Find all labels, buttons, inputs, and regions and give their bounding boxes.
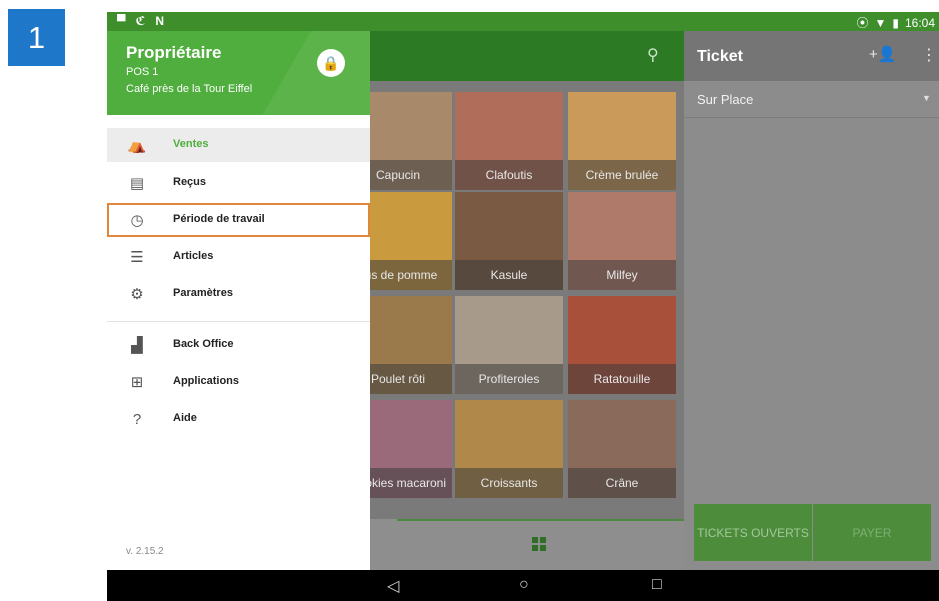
- dropdown-arrow-icon: ▼: [922, 93, 931, 103]
- product-tile[interactable]: Croissants: [455, 400, 563, 498]
- pager-indicator: [397, 519, 684, 521]
- menu-item-label: Reçus: [173, 176, 207, 188]
- product-tile[interactable]: Crâne: [568, 400, 676, 498]
- nfc-icon: N: [155, 14, 165, 28]
- clock-icon: ◷: [130, 212, 144, 229]
- lock-icon[interactable]: 🔒: [317, 49, 345, 77]
- product-tile[interactable]: Crème brulée: [568, 92, 676, 190]
- open-tickets-button[interactable]: TICKETS OUVERTS: [694, 504, 812, 561]
- gear-icon: ⚙: [130, 286, 144, 303]
- ticket-title: Ticket: [697, 48, 743, 65]
- menu-item-label: Aide: [173, 412, 197, 424]
- pay-button[interactable]: PAYER: [813, 504, 931, 561]
- product-label: Croissants: [455, 468, 563, 498]
- menu-item-ventes[interactable]: ⛺ Ventes: [107, 128, 370, 162]
- ticket-header: Ticket +👤 ⋮: [684, 31, 939, 81]
- apps-icon: ⊞: [130, 374, 144, 391]
- status-time: 16:04: [904, 15, 935, 30]
- product-tile[interactable]: Milfey: [568, 192, 676, 290]
- menu-item-periode-de-travail[interactable]: ◷ Période de travail: [107, 203, 370, 237]
- status-bar: ▀ ℭ N ⦿ ▼ ▮ 16:04: [107, 12, 939, 31]
- navigation-drawer: Propriétaire POS 1 Café près de la Tour …: [107, 31, 370, 570]
- product-label: Clafoutis: [455, 160, 563, 190]
- bar-chart-icon: ▟: [131, 337, 143, 354]
- menu-item-recus[interactable]: ▤ Reçus: [107, 166, 370, 200]
- back-icon[interactable]: ◁: [387, 576, 399, 596]
- add-customer-icon[interactable]: +👤: [869, 45, 896, 63]
- basket-icon: ⛺: [127, 137, 147, 154]
- app-version: v. 2.15.2: [126, 546, 164, 557]
- recents-icon[interactable]: □: [652, 576, 662, 594]
- menu-item-applications[interactable]: ⊞ Applications: [107, 365, 370, 399]
- product-tile[interactable]: Ratatouille: [568, 296, 676, 394]
- tablet-screen: ▀ ℭ N ⦿ ▼ ▮ 16:04 ⚲ Capucin Clafoutis Cr…: [107, 12, 939, 601]
- step-number-badge: 1: [8, 9, 65, 66]
- grid-view-icon[interactable]: [532, 537, 546, 551]
- product-label: Profiteroles: [455, 364, 563, 394]
- menu-item-label: Paramètres: [173, 287, 233, 299]
- menu-item-label: Articles: [173, 250, 214, 262]
- menu-item-parametres[interactable]: ⚙ Paramètres: [107, 277, 370, 311]
- menu-item-label: Ventes: [173, 138, 209, 150]
- product-label: Crâne: [568, 468, 676, 498]
- ticket-panel: Ticket +👤 ⋮ Sur Place ▼ TICKETS OUVERTS …: [684, 31, 939, 570]
- gallery-icon: ▀: [117, 14, 126, 28]
- menu-divider: [107, 321, 370, 322]
- drawer-header: Propriétaire POS 1 Café près de la Tour …: [107, 31, 370, 115]
- app-notification-icon: ℭ: [135, 14, 146, 28]
- product-label: Kasule: [455, 260, 563, 290]
- menu-item-aide[interactable]: ? Aide: [107, 402, 370, 436]
- dining-option-select[interactable]: Sur Place ▼: [684, 81, 939, 118]
- product-label: Milfey: [568, 260, 676, 290]
- search-icon[interactable]: ⚲: [647, 45, 659, 65]
- list-icon: ☰: [130, 249, 144, 266]
- owner-name: Propriétaire: [126, 43, 222, 62]
- menu-item-label: Période de travail: [173, 213, 265, 225]
- product-label: Crème brulée: [568, 160, 676, 190]
- pos-name: POS 1: [126, 66, 159, 78]
- receipt-icon: ▤: [129, 175, 145, 192]
- wifi-icon: ▼: [874, 15, 887, 30]
- menu-item-articles[interactable]: ☰ Articles: [107, 240, 370, 274]
- navigation-bar: ◁ ○ □: [107, 570, 939, 601]
- menu-item-label: Applications: [173, 375, 240, 387]
- product-tile[interactable]: Kasule: [455, 192, 563, 290]
- battery-icon: ▮: [892, 15, 899, 30]
- product-label: Ratatouille: [568, 364, 676, 394]
- menu-item-label: Back Office: [173, 338, 234, 350]
- help-icon: ?: [132, 410, 142, 428]
- store-name: Café près de la Tour Eiffel: [126, 83, 253, 95]
- dining-option-value: Sur Place: [697, 92, 754, 107]
- menu-item-back-office[interactable]: ▟ Back Office: [107, 328, 370, 362]
- product-tile[interactable]: Clafoutis: [455, 92, 563, 190]
- vibrate-icon: ⦿: [856, 16, 869, 30]
- home-icon[interactable]: ○: [519, 576, 529, 594]
- product-tile[interactable]: Profiteroles: [455, 296, 563, 394]
- more-options-icon[interactable]: ⋮: [921, 45, 937, 65]
